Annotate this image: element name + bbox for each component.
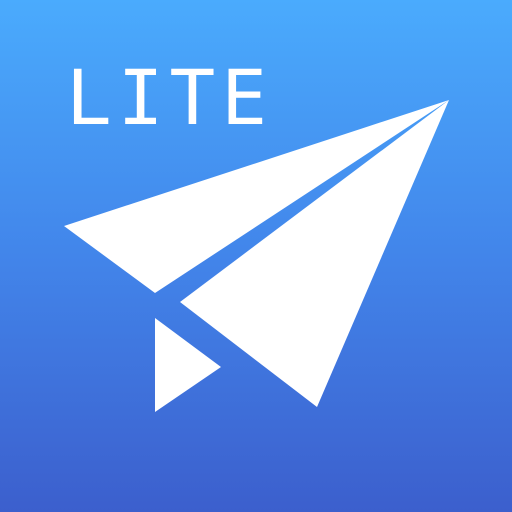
app-icon: LITE (0, 0, 512, 512)
paper-plane-tail (155, 318, 221, 412)
paper-plane-icon (64, 100, 449, 412)
